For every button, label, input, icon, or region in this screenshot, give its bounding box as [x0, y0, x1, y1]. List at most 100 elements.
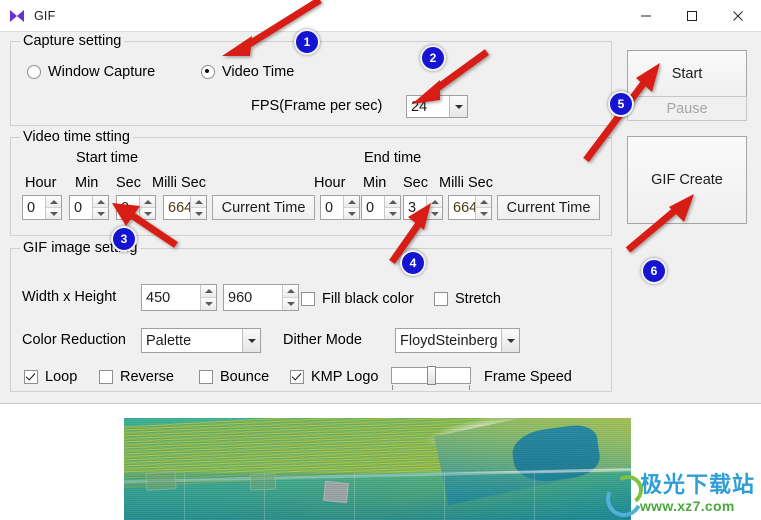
window-controls: [623, 0, 761, 31]
start-hour-value[interactable]: 0: [23, 196, 45, 219]
frame-speed-thumb[interactable]: [427, 366, 436, 385]
fps-combobox[interactable]: 24: [406, 95, 468, 118]
radio-window-capture[interactable]: Window Capture: [27, 64, 155, 80]
start-milli-up-button[interactable]: [191, 196, 206, 208]
height-spinner[interactable]: 960: [223, 284, 299, 311]
end-hour-value[interactable]: 0: [321, 196, 343, 219]
dither-mode-label: Dither Mode: [283, 332, 362, 348]
checkbox-stretch[interactable]: Stretch: [434, 291, 501, 307]
end-milli-spin-buttons[interactable]: [475, 196, 491, 219]
start-milli-down-button[interactable]: [191, 208, 206, 219]
start-hour-spin-buttons[interactable]: [45, 196, 61, 219]
height-value[interactable]: 960: [224, 285, 282, 310]
start-button[interactable]: Start: [627, 50, 747, 98]
end-sec-spinner[interactable]: 3: [403, 195, 443, 220]
end-time-label: End time: [364, 150, 422, 166]
start-min-up-button[interactable]: [93, 196, 108, 208]
end-hour-spin-buttons[interactable]: [343, 196, 359, 219]
end-sec-value[interactable]: 3: [404, 196, 426, 219]
frame-speed-slider[interactable]: [391, 366, 471, 390]
chevron-down-icon[interactable]: [449, 96, 467, 117]
watermark-brand: 极光下载站: [639, 471, 755, 497]
video-preview-frame: [124, 418, 631, 520]
width-value[interactable]: 450: [142, 285, 200, 310]
width-spinner[interactable]: 450: [141, 284, 217, 311]
checkbox-bounce[interactable]: Bounce: [199, 369, 269, 385]
start-sec-value[interactable]: 0: [117, 196, 139, 219]
end-min-value[interactable]: 0: [362, 196, 384, 219]
fps-value: 24: [411, 98, 428, 115]
height-spin-buttons[interactable]: [282, 285, 298, 310]
end-sec-up-button[interactable]: [427, 196, 442, 208]
height-up-button[interactable]: [283, 285, 298, 298]
width-spin-buttons[interactable]: [200, 285, 216, 310]
end-milli-value[interactable]: 664: [449, 196, 475, 219]
checkbox-kmp-logo[interactable]: KMP Logo: [290, 369, 378, 385]
radio-video-time[interactable]: Video Time: [201, 64, 294, 80]
end-milli-up-button[interactable]: [476, 196, 491, 208]
chevron-down-icon[interactable]: [501, 329, 519, 352]
dither-mode-combobox[interactable]: FloydSteinberg: [395, 328, 520, 353]
end-current-time-button[interactable]: Current Time: [497, 195, 600, 220]
end-sec-spin-buttons[interactable]: [426, 196, 442, 219]
watermark-url: www.xz7.com: [639, 497, 735, 514]
height-down-button[interactable]: [283, 298, 298, 310]
video-time-setting-title: Video time stting: [20, 129, 133, 145]
radio-window-capture-dot: [27, 65, 41, 79]
start-sec-header: Sec: [116, 175, 141, 191]
start-sec-down-button[interactable]: [140, 208, 155, 219]
end-min-up-button[interactable]: [385, 196, 400, 208]
frame-speed-tick-min: [392, 385, 393, 390]
start-min-spin-buttons[interactable]: [92, 196, 108, 219]
start-sec-up-button[interactable]: [140, 196, 155, 208]
pause-button: Pause: [627, 96, 747, 121]
end-min-spinner[interactable]: 0: [361, 195, 401, 220]
loop-label: Loop: [45, 369, 78, 385]
start-milli-value[interactable]: 664: [164, 196, 190, 219]
width-down-button[interactable]: [201, 298, 216, 310]
dither-mode-value: FloydSteinberg: [400, 332, 498, 349]
end-min-header: Min: [363, 175, 387, 191]
start-min-value[interactable]: 0: [70, 196, 92, 219]
start-milli-spinner[interactable]: 664: [163, 195, 207, 220]
start-hour-down-button[interactable]: [46, 208, 61, 219]
start-milli-spin-buttons[interactable]: [190, 196, 206, 219]
start-hour-up-button[interactable]: [46, 196, 61, 208]
radio-video-time-dot: [201, 65, 215, 79]
reverse-box: [99, 370, 113, 384]
end-hour-down-button[interactable]: [344, 208, 359, 219]
video-time-setting-group: Video time stting Start time End time Ho…: [10, 129, 612, 236]
radio-window-capture-label: Window Capture: [48, 64, 156, 80]
checkbox-reverse[interactable]: Reverse: [99, 369, 174, 385]
end-milli-spinner[interactable]: 664: [448, 195, 492, 220]
close-button[interactable]: [715, 0, 761, 31]
end-sec-down-button[interactable]: [427, 208, 442, 219]
end-hour-spinner[interactable]: 0: [320, 195, 360, 220]
start-hour-spinner[interactable]: 0: [22, 195, 62, 220]
video-preview-strip: 极光下载站 www.xz7.com: [0, 403, 761, 520]
chevron-down-icon[interactable]: [242, 329, 260, 352]
start-min-down-button[interactable]: [93, 208, 108, 219]
start-sec-spin-buttons[interactable]: [139, 196, 155, 219]
loop-box: [24, 370, 38, 384]
end-milli-down-button[interactable]: [476, 208, 491, 219]
color-reduction-combobox[interactable]: Palette: [141, 328, 261, 353]
end-hour-up-button[interactable]: [344, 196, 359, 208]
width-up-button[interactable]: [201, 285, 216, 298]
start-sec-spinner[interactable]: 0: [116, 195, 156, 220]
maximize-button[interactable]: [669, 0, 715, 31]
start-min-spinner[interactable]: 0: [69, 195, 109, 220]
checkbox-loop[interactable]: Loop: [24, 369, 77, 385]
bounce-box: [199, 370, 213, 384]
start-min-header: Min: [75, 175, 99, 191]
checkbox-fill-black-color[interactable]: Fill black color: [301, 291, 414, 307]
stretch-label: Stretch: [455, 291, 501, 307]
fill-black-color-label: Fill black color: [322, 291, 414, 307]
gif-create-button[interactable]: GIF Create: [627, 136, 747, 224]
start-current-time-button[interactable]: Current Time: [212, 195, 315, 220]
capture-setting-title: Capture setting: [20, 33, 125, 49]
minimize-button[interactable]: [623, 0, 669, 31]
end-min-spin-buttons[interactable]: [384, 196, 400, 219]
end-min-down-button[interactable]: [385, 208, 400, 219]
color-reduction-value: Palette: [146, 332, 192, 349]
